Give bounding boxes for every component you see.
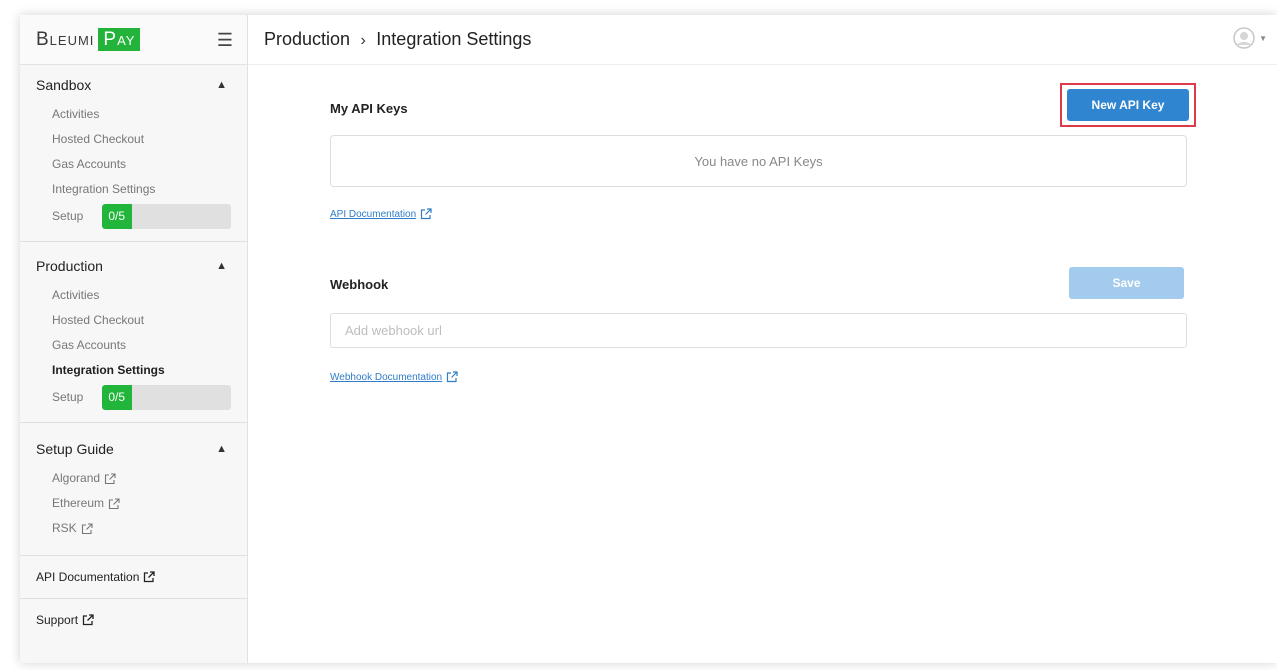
sidebar-item-sandbox-hosted-checkout[interactable]: Hosted Checkout: [52, 127, 231, 152]
sidebar-item-production-gas-accounts[interactable]: Gas Accounts: [52, 333, 231, 358]
sidebar-item-production-setup[interactable]: Setup 0/5: [52, 384, 231, 410]
external-link-icon: [82, 614, 94, 626]
api-keys-empty-state: You have no API Keys: [330, 135, 1187, 187]
sidebar-section-title: Production: [36, 258, 103, 274]
sidebar-item-label: Algorand: [52, 471, 101, 485]
sidebar-item-label: Ethereum: [52, 496, 105, 510]
sidebar: Bleumi Pay ☰ Sandbox ▲ Activities Hosted…: [20, 15, 248, 663]
caret-down-icon[interactable]: ▼: [1259, 34, 1267, 43]
breadcrumb: Production › Integration Settings: [264, 29, 531, 50]
save-button[interactable]: Save: [1069, 267, 1184, 299]
page-title: Integration Settings: [376, 29, 532, 49]
sidebar-section-toggle-sandbox[interactable]: Sandbox ▲: [36, 77, 231, 93]
chevron-up-icon[interactable]: ▲: [216, 443, 227, 455]
sidebar-item-sandbox-integration-settings[interactable]: Integration Settings: [52, 177, 231, 202]
sidebar-item-sandbox-setup[interactable]: Setup 0/5: [52, 203, 231, 229]
hamburger-icon[interactable]: ☰: [217, 30, 233, 51]
setup-progress-bar: 0/5: [101, 384, 231, 410]
webhook-url-input[interactable]: [330, 313, 1187, 348]
breadcrumb-parent[interactable]: Production: [264, 29, 350, 49]
api-keys-title: My API Keys: [330, 101, 408, 116]
sidebar-link-support[interactable]: Support: [20, 599, 247, 639]
chevron-up-icon[interactable]: ▲: [216, 79, 227, 91]
page-header: Production › Integration Settings ▼: [248, 15, 1277, 65]
webhook-title: Webhook: [330, 277, 389, 292]
empty-state-message: You have no API Keys: [694, 153, 823, 169]
setup-label: Setup: [52, 390, 84, 404]
sidebar-section-toggle-setup-guide[interactable]: Setup Guide ▲: [36, 441, 231, 457]
sidebar-link-label: API Documentation: [36, 570, 140, 584]
webhook-documentation-link[interactable]: Webhook Documentation: [330, 371, 458, 383]
doc-link-label: API Documentation: [330, 208, 417, 220]
new-api-key-button[interactable]: New API Key: [1067, 89, 1189, 121]
external-link-icon: [108, 497, 120, 509]
user-avatar-icon[interactable]: [1233, 27, 1255, 49]
setup-progress-bar: 0/5: [101, 203, 231, 229]
brand-pay-badge: Pay: [98, 28, 141, 51]
sidebar-section-title: Setup Guide: [36, 441, 114, 457]
sidebar-item-ethereum[interactable]: Ethereum: [52, 491, 231, 516]
sidebar-item-algorand[interactable]: Algorand: [52, 466, 231, 491]
sidebar-item-production-activities[interactable]: Activities: [52, 283, 231, 308]
doc-link-label: Webhook Documentation: [330, 371, 443, 383]
sidebar-section-sandbox: Sandbox ▲ Activities Hosted Checkout Gas…: [20, 65, 247, 242]
sidebar-item-label: RSK: [52, 521, 77, 535]
sidebar-section-setup-guide: Setup Guide ▲ Algorand Ethereum RSK: [20, 423, 247, 556]
sidebar-item-sandbox-gas-accounts[interactable]: Gas Accounts: [52, 152, 231, 177]
brand-word: Bleumi: [36, 28, 95, 50]
setup-progress-value: 0/5: [101, 384, 132, 410]
sidebar-item-production-hosted-checkout[interactable]: Hosted Checkout: [52, 308, 231, 333]
sidebar-section-title: Sandbox: [36, 77, 92, 93]
sidebar-item-rsk[interactable]: RSK: [52, 516, 231, 541]
breadcrumb-separator: ›: [360, 32, 366, 49]
setup-progress-value: 0/5: [101, 203, 132, 229]
sidebar-link-api-documentation[interactable]: API Documentation: [20, 556, 247, 599]
main-content: My API Keys New API Key You have no API …: [248, 65, 1277, 663]
sidebar-link-label: Support: [36, 613, 79, 627]
app-window: Bleumi Pay ☰ Sandbox ▲ Activities Hosted…: [20, 15, 1277, 663]
chevron-up-icon[interactable]: ▲: [216, 260, 227, 272]
sidebar-item-sandbox-activities[interactable]: Activities: [52, 102, 231, 127]
sidebar-item-production-integration-settings[interactable]: Integration Settings: [52, 358, 231, 383]
brand-logo[interactable]: Bleumi Pay ☰: [20, 15, 247, 65]
external-link-icon: [421, 208, 432, 220]
external-link-icon: [81, 522, 93, 534]
api-documentation-link[interactable]: API Documentation: [330, 208, 432, 220]
setup-label: Setup: [52, 209, 84, 223]
external-link-icon: [144, 571, 156, 583]
sidebar-section-toggle-production[interactable]: Production ▲: [36, 258, 231, 274]
external-link-icon: [447, 371, 458, 383]
sidebar-section-production: Production ▲ Activities Hosted Checkout …: [20, 242, 247, 423]
external-link-icon: [104, 472, 116, 484]
